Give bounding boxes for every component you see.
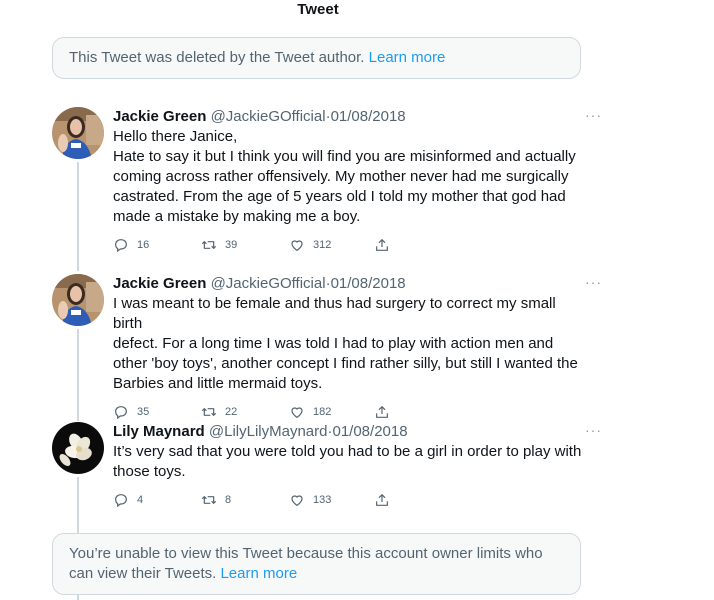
like-button[interactable]: 133 [289,492,331,508]
retweet-icon [201,241,217,249]
text-line: defect. For a long time I was told I had… [113,335,554,352]
share-button[interactable] [374,404,390,420]
tweet-actions: 4 8 133 [113,492,583,512]
reply-button[interactable]: 4 [113,492,143,508]
reply-icon [115,494,127,508]
retweet-button[interactable]: 8 [201,492,231,508]
author-handle[interactable]: @LilyLilyMaynard [209,423,328,440]
tweet-header: Lily Maynard @LilyLilyMaynard·01/08/2018 [113,422,583,442]
author-handle[interactable]: @JackieGOfficial [211,275,326,292]
tweet-actions: 35 22 182 [113,404,583,424]
reply-button[interactable]: 35 [113,404,149,420]
avatar[interactable] [52,274,104,326]
author-name[interactable]: Lily Maynard [113,423,205,440]
retweet-count: 39 [225,239,238,251]
text-line: other 'boy toys', another concept I find… [113,355,578,372]
thread-line [77,329,79,421]
learn-more-link[interactable]: Learn more [220,565,297,582]
heart-icon [291,407,303,419]
share-icon [376,238,388,251]
deleted-tweet-notice: This Tweet was deleted by the Tweet auth… [52,37,581,79]
tweet-header: Jackie Green @JackieGOfficial·01/08/2018 [113,274,583,294]
text-line: I was meant to be female and thus had su… [113,295,556,332]
avatar[interactable] [52,107,104,159]
share-icon [376,493,388,506]
tweet-header: Jackie Green @JackieGOfficial·01/08/2018 [113,107,583,127]
retweet-button[interactable]: 22 [201,404,237,420]
reply-icon [115,239,127,253]
heart-icon [291,495,303,507]
tweet-text: It’s very sad that you were told you had… [113,442,583,482]
avatar[interactable] [52,422,104,474]
tweet-text: Hello there Janice, Hate to say it but I… [113,127,583,227]
more-icon[interactable]: ··· [585,422,602,438]
retweet-button[interactable]: 39 [201,237,237,253]
more-icon[interactable]: ··· [585,107,602,123]
author-name[interactable]: Jackie Green [113,108,206,125]
reply-button[interactable]: 16 [113,237,149,253]
tweet-text: I was meant to be female and thus had su… [113,294,583,394]
thread-line [77,477,79,533]
text-line: It’s very sad that you were told you had… [113,443,582,460]
more-icon[interactable]: ··· [585,274,602,290]
deleted-notice-text: This Tweet was deleted by the Tweet auth… [69,49,365,66]
text-line: Hello there Janice, [113,128,238,145]
reply-count: 4 [137,494,144,506]
share-button[interactable] [374,237,390,253]
like-button[interactable]: 312 [289,237,331,253]
reply-count: 35 [137,406,150,418]
reply-icon [115,406,127,420]
text-line: Barbies and little mermaid toys. [113,375,323,392]
author-name[interactable]: Jackie Green [113,275,206,292]
tweet-date[interactable]: 01/08/2018 [331,275,406,292]
text-line: Hate to say it but I think you will find… [113,148,576,165]
share-icon [376,405,388,418]
like-count: 312 [313,239,332,251]
text-line: castrated. From the age of 5 years old I… [113,188,566,205]
text-line: those toys. [113,463,186,480]
tweet-actions: 16 39 312 [113,237,583,257]
page-title: Tweet [297,1,339,18]
limited-tweet-notice: You’re unable to view this Tweet because… [52,533,581,595]
tweet-date[interactable]: 01/08/2018 [331,108,406,125]
author-handle[interactable]: @JackieGOfficial [211,108,326,125]
thread-line [77,162,79,271]
heart-icon [291,240,303,252]
like-button[interactable]: 182 [289,404,331,420]
retweet-count: 8 [225,494,232,506]
retweet-icon [201,408,217,416]
like-count: 133 [313,494,332,506]
like-count: 182 [313,406,332,418]
share-button[interactable] [374,492,390,508]
tweet-date[interactable]: 01/08/2018 [332,423,407,440]
retweet-icon [201,496,217,504]
text-line: made a mistake by making me a boy. [113,208,361,225]
text-line: coming across rather offensively. My mot… [113,168,569,185]
learn-more-link[interactable]: Learn more [369,49,446,66]
limited-notice-text: You’re unable to view this Tweet because… [69,545,543,582]
retweet-count: 22 [225,406,238,418]
reply-count: 16 [137,239,150,251]
